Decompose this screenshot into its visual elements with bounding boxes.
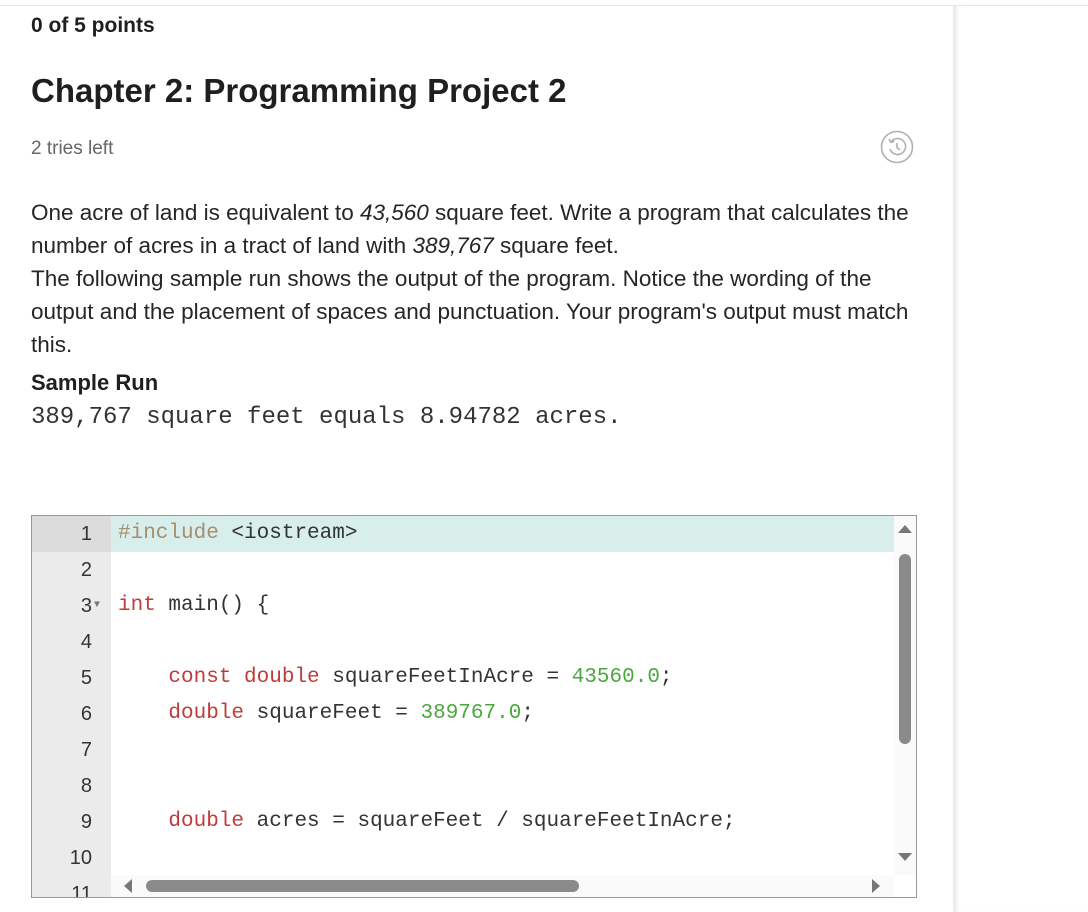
code-line[interactable]: 2 <box>32 552 894 588</box>
code-line[interactable]: 8 <box>32 768 894 804</box>
line-number: 9 <box>80 811 92 833</box>
code-line[interactable]: 3 ▼ int main() { <box>32 588 894 624</box>
number-token: 389767.0 <box>420 702 522 725</box>
code-text: #include <iostream> <box>118 516 357 552</box>
code-text: const double squareFeetInAcre = 43560.0; <box>118 660 673 696</box>
code-token: acres = squareFeet / squareFeetInAcre; <box>244 810 736 833</box>
keyword-token: const double <box>168 666 320 689</box>
line-number: 10 <box>69 847 92 869</box>
keyword-token: double <box>168 810 245 833</box>
sample-run-label: Sample Run <box>31 370 159 395</box>
line-number: 2 <box>80 559 92 581</box>
code-token: squareFeet = <box>244 702 421 725</box>
scroll-up-arrow-icon[interactable] <box>898 525 912 533</box>
tries-left: 2 tries left <box>31 138 114 159</box>
horizontal-scroll-thumb[interactable] <box>146 880 579 892</box>
code-line[interactable]: 6 double squareFeet = 389767.0; <box>32 696 894 732</box>
sample-run-output: 389,767 square feet equals 8.94782 acres… <box>31 404 622 431</box>
fold-arrow-icon[interactable]: ▼ <box>94 588 100 624</box>
vertical-scrollbar[interactable] <box>894 516 916 875</box>
prompt-paragraph-2: The following sample run shows the outpu… <box>31 266 909 357</box>
line-number: 6 <box>80 703 92 725</box>
code-editor[interactable]: 1 #include <iostream> 2 3 ▼ int main() {4 5 co… <box>31 515 917 898</box>
keyword-token: double <box>168 702 245 725</box>
vertical-scroll-thumb[interactable] <box>899 554 911 744</box>
page-title: Chapter 2: Programming Project 2 <box>31 72 567 109</box>
code-token: squareFeetInAcre = <box>319 666 572 689</box>
code-line[interactable]: 9 double acres = squareFeet / squareFeet… <box>32 804 894 840</box>
code-token: ; <box>659 666 673 689</box>
scrollbar-corner <box>894 875 916 897</box>
code-text: int main() { <box>118 588 269 624</box>
history-icon <box>880 130 914 164</box>
code-token: main() { <box>155 594 270 617</box>
scroll-right-arrow-icon[interactable] <box>872 879 880 893</box>
top-divider <box>0 5 1088 6</box>
line-number: 4 <box>80 631 92 653</box>
line-number: 11 <box>71 883 92 898</box>
line-number: 1 <box>32 516 111 552</box>
code-token: ; <box>521 702 534 725</box>
scroll-left-arrow-icon[interactable] <box>124 879 132 893</box>
code-line[interactable]: 5 const double squareFeetInAcre = 43560.… <box>32 660 894 696</box>
scroll-down-arrow-icon[interactable] <box>898 853 912 861</box>
code-line[interactable]: 10 <box>32 840 894 876</box>
preprocessor-token: #include <box>118 522 219 545</box>
code-line[interactable]: 1 #include <iostream> <box>32 516 894 552</box>
horizontal-scrollbar[interactable] <box>111 875 894 897</box>
line-number: 8 <box>80 775 92 797</box>
number-token: 43560.0 <box>571 666 660 689</box>
code-token: <iostream> <box>218 522 358 545</box>
code-text: double acres = squareFeet / squareFeetIn… <box>118 804 736 840</box>
problem-statement: One acre of land is equivalent to 43,560… <box>31 196 931 361</box>
code-line[interactable]: 7 <box>32 732 894 768</box>
right-side-panel <box>953 6 1088 912</box>
line-number: 5 <box>80 667 92 689</box>
code-text: double squareFeet = 389767.0; <box>118 696 534 732</box>
history-button[interactable] <box>880 130 914 164</box>
keyword-token: int <box>118 594 156 617</box>
points-score: 0 of 5 points <box>31 14 155 37</box>
prompt-paragraph-1: One acre of land is equivalent to 43,560… <box>31 200 909 258</box>
line-number: 7 <box>80 739 92 761</box>
code-line[interactable]: 4 <box>32 624 894 660</box>
